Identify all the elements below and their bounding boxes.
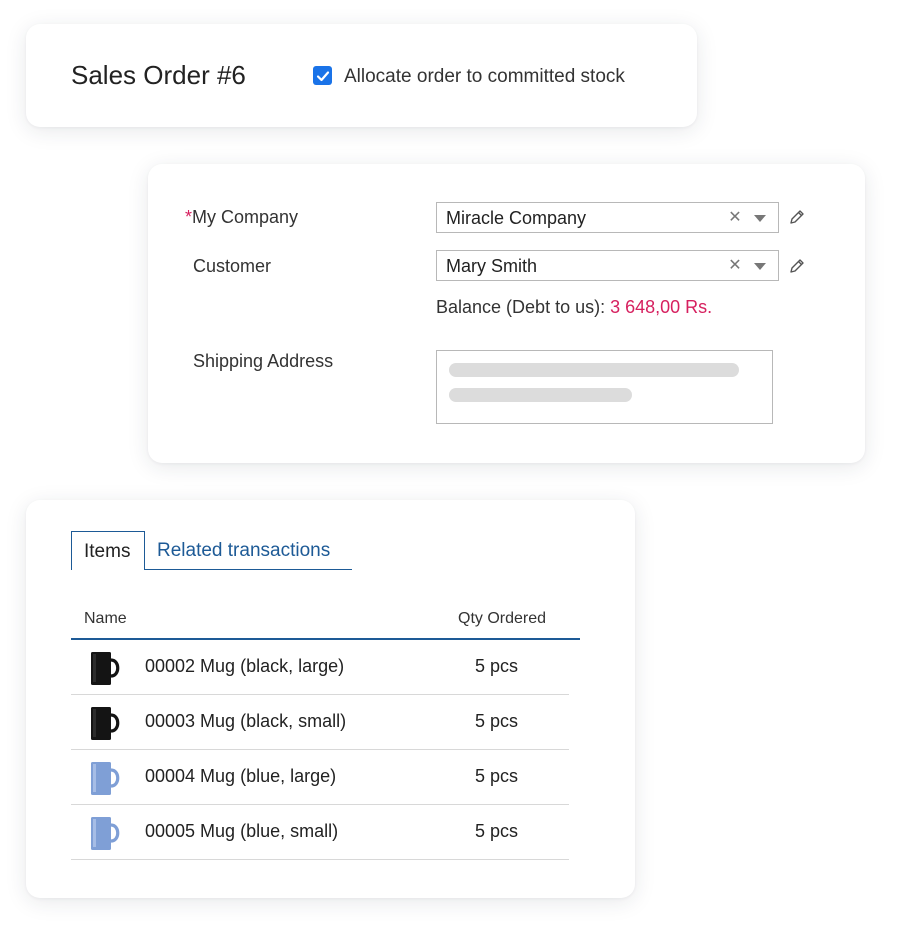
blue-mug-icon	[91, 762, 120, 795]
balance-amount: 3 648,00 Rs.	[610, 297, 713, 317]
column-header-name[interactable]: Name	[84, 610, 127, 628]
item-qty: 5 pcs	[475, 711, 519, 731]
skeleton-line	[449, 388, 632, 402]
customer-label: Customer	[193, 256, 272, 276]
pencil-icon[interactable]	[788, 257, 806, 275]
required-mark: *	[185, 207, 193, 227]
pencil-icon[interactable]	[788, 208, 806, 226]
blue-mug-icon	[91, 817, 120, 850]
balance-text: Balance (Debt to us): 3 648,00 Rs.	[436, 297, 712, 318]
company-select[interactable]: Miracle Company ✕	[436, 202, 779, 233]
table-row[interactable]: 00003 Mug (black, small) 5 pcs	[71, 695, 569, 750]
item-name: 00004 Mug (blue, large)	[145, 766, 337, 786]
black-mug-icon	[91, 707, 120, 740]
allocate-checkbox-label[interactable]: Allocate order to committed stock	[344, 66, 625, 88]
chevron-down-icon[interactable]	[754, 263, 766, 270]
allocate-checkbox[interactable]	[313, 66, 332, 85]
item-name: 00005 Mug (blue, small)	[145, 821, 339, 841]
balance-label: Balance (Debt to us):	[436, 297, 611, 317]
table-row[interactable]: 00004 Mug (blue, large) 5 pcs	[71, 750, 569, 805]
chevron-down-icon[interactable]	[754, 215, 766, 222]
item-name: 00003 Mug (black, small)	[145, 711, 347, 731]
clear-icon[interactable]: ✕	[728, 209, 742, 227]
order-header-card: Sales Order #6 Allocate order to committ…	[26, 24, 697, 127]
shipping-address-field[interactable]	[436, 350, 773, 424]
tab-related-transactions[interactable]: Related transactions	[145, 531, 352, 570]
skeleton-line	[449, 363, 739, 377]
page-title: Sales Order #6	[71, 60, 246, 90]
order-form-card: *My Company Miracle Company ✕ Customer M…	[148, 164, 865, 463]
column-header-qty[interactable]: Qty Ordered	[458, 610, 546, 628]
items-card: Items Related transactions Name Qty Orde…	[26, 500, 635, 898]
clear-icon[interactable]: ✕	[728, 257, 742, 275]
check-icon	[316, 70, 329, 81]
item-qty: 5 pcs	[475, 766, 519, 786]
table-row[interactable]: 00002 Mug (black, large) 5 pcs	[71, 640, 569, 695]
item-qty: 5 pcs	[475, 821, 519, 841]
customer-select-value: Mary Smith	[446, 256, 538, 276]
item-name: 00002 Mug (black, large)	[145, 656, 345, 676]
shipping-address-label: Shipping Address	[193, 351, 334, 371]
company-label: *My Company	[185, 207, 299, 227]
company-select-value: Miracle Company	[446, 208, 587, 228]
item-qty: 5 pcs	[475, 656, 519, 676]
tab-items[interactable]: Items	[71, 531, 145, 570]
table-row[interactable]: 00005 Mug (blue, small) 5 pcs	[71, 805, 569, 860]
black-mug-icon	[91, 652, 120, 685]
customer-select[interactable]: Mary Smith ✕	[436, 250, 779, 281]
